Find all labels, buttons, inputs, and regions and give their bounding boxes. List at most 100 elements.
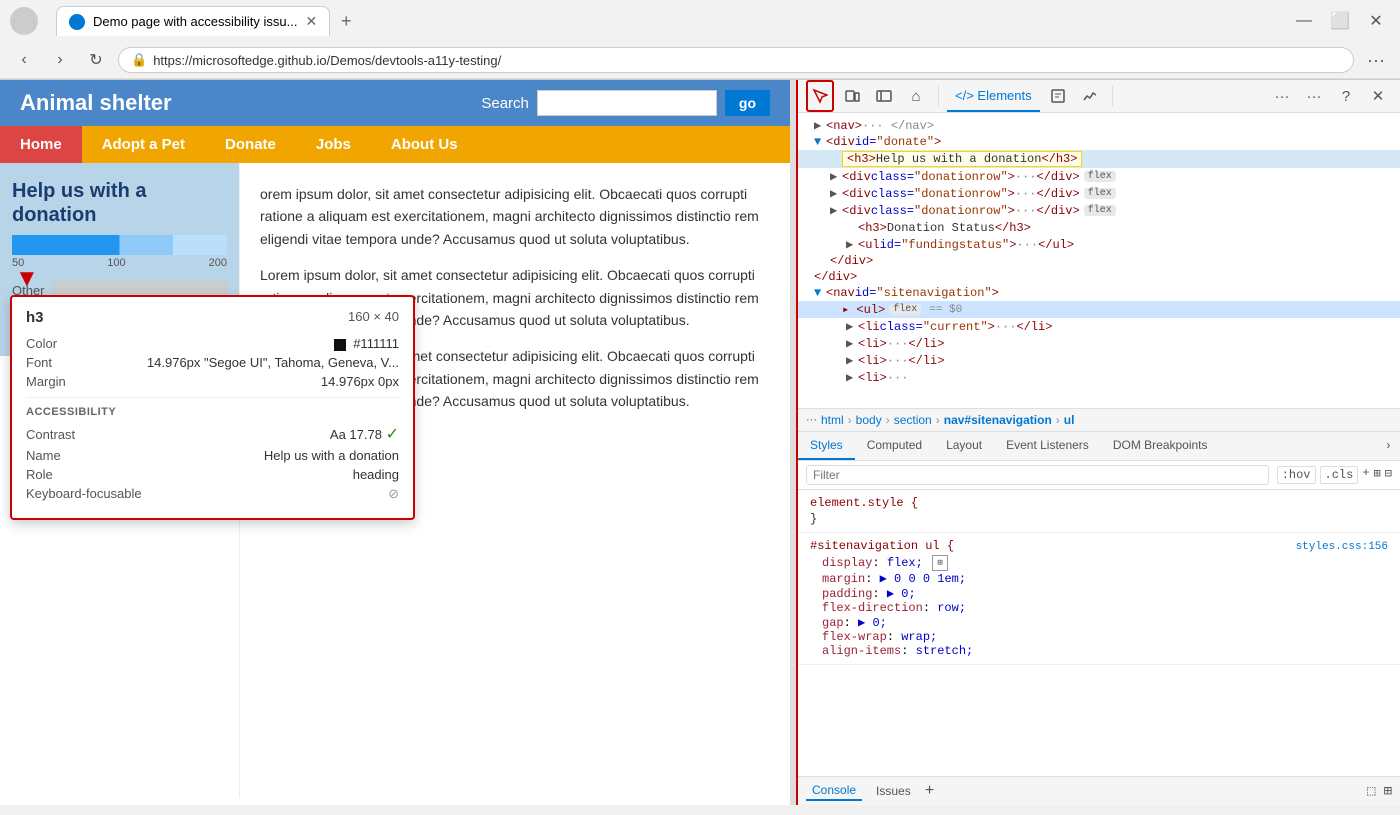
tab-layout[interactable]: Layout [934,432,994,460]
flex-layout-icon: ⊞ [932,555,948,571]
breadcrumb-section[interactable]: section [894,413,932,427]
dom-triangle-nav[interactable]: ▶ [814,118,826,133]
dom-triangle-li1[interactable]: ▶ [846,319,858,334]
more-tools-button[interactable]: ··· [1268,80,1296,112]
styles-icon-1[interactable]: ⊞ [1374,466,1381,484]
nav-jobs[interactable]: Jobs [296,126,371,163]
tab-dom-breakpoints[interactable]: DOM Breakpoints [1101,432,1220,460]
nav-home[interactable]: Home [0,126,82,163]
tooltip-margin-label: Margin [26,374,66,389]
new-tab-button[interactable]: + [332,7,360,35]
active-tab[interactable]: Demo page with accessibility issu... ✕ [56,6,330,36]
search-label: Search [481,95,529,112]
devtools-close-button[interactable]: ✕ [1364,80,1392,112]
refresh-button[interactable]: ↻ [82,46,110,74]
back-button[interactable]: ‹ [10,46,38,74]
lock-icon: 🔒 [131,52,147,68]
dom-line-close-donate[interactable]: </div> [798,269,1400,285]
dom-line-donationrow-2[interactable]: ▶ <div class="donationrow"> ···</div> fl… [798,185,1400,202]
browser-menu-button[interactable]: ··· [1362,46,1390,74]
dom-line-donationrow-3[interactable]: ▶ <div class="donationrow"> ···</div> fl… [798,202,1400,219]
breadcrumb-body[interactable]: body [856,413,882,427]
sources-button[interactable] [1044,80,1072,112]
tab-event-listeners[interactable]: Event Listeners [994,432,1101,460]
inspect-tool-button[interactable] [806,80,834,112]
breadcrumb-ul[interactable]: ul [1064,413,1075,427]
dom-triangle-sitenav[interactable]: ▼ [814,286,826,300]
breadcrumb-sitenavigation[interactable]: nav#sitenavigation [944,413,1052,427]
minimize-button[interactable]: — [1290,7,1318,35]
url-bar[interactable]: 🔒 https://microsoftedge.github.io/Demos/… [118,47,1354,73]
search-area: Search go [481,90,770,116]
home-button[interactable]: ⌂ [902,80,930,112]
hov-button[interactable]: :hov [1277,466,1316,484]
red-arrow-indicator: ▼ [15,265,39,293]
dom-line-li-4[interactable]: ▶ <li> ··· [798,369,1400,386]
css-rule-link[interactable]: styles.css:156 [1296,541,1388,553]
tooltip-keyboard-icon: ⊘ [388,486,399,502]
tab-bar: Demo page with accessibility issu... ✕ + [46,6,370,36]
help-button[interactable]: ? [1332,80,1360,112]
dom-triangle-li4[interactable]: ▶ [846,370,858,385]
add-panel-button[interactable]: + [925,782,935,800]
dom-triangle-li2[interactable]: ▶ [846,336,858,351]
dom-triangle-dr3[interactable]: ▶ [830,203,842,218]
dom-triangle-dr2[interactable]: ▶ [830,186,842,201]
nav-adopt[interactable]: Adopt a Pet [82,126,205,163]
add-style-button[interactable]: + [1362,466,1369,484]
tab-computed[interactable]: Computed [855,432,934,460]
dom-line-sitenav[interactable]: ▼ <nav id="sitenavigation"> [798,285,1400,301]
styles-more-button[interactable]: › [1385,439,1400,453]
breadcrumb-html[interactable]: html [821,413,844,427]
dom-triangle-donate[interactable]: ▼ [814,135,826,149]
dom-line-donationrow-1[interactable]: ▶ <div class="donationrow"> ···</div> fl… [798,168,1400,185]
tooltip-role-row: Role heading [26,467,399,482]
nav-donate[interactable]: Donate [205,126,296,163]
tooltip-accessibility-title: ACCESSIBILITY [26,406,399,418]
dom-line-close-div[interactable]: </div> [798,253,1400,269]
dom-line-nav[interactable]: ▶ <nav> ··· </nav> [798,117,1400,134]
tooltip-contrast-row: Contrast Aa 17.78 ✓ [26,424,399,444]
dom-tree[interactable]: ▶ <nav> ··· </nav> ▼ <div id="donate"> ▶… [798,113,1400,409]
dom-triangle-dr1[interactable]: ▶ [830,169,842,184]
forward-button[interactable]: › [46,46,74,74]
dom-triangle-funding[interactable]: ▶ [846,237,858,252]
go-button[interactable]: go [725,90,770,116]
dom-line-ul[interactable]: ▶ ▸ <ul> flex == $0 [798,301,1400,318]
elements-tab[interactable]: </> Elements [947,80,1040,112]
dom-h3-element[interactable]: <h3>Help us with a donation</h3> [842,151,1082,167]
tab-styles[interactable]: Styles [798,432,855,460]
css-flex-wrap-row: flex-wrap: wrap; [822,630,1388,644]
search-input[interactable] [537,90,717,116]
sidebar-toggle-button[interactable] [870,80,898,112]
issues-tab[interactable]: Issues [870,782,917,800]
dom-line-li-3[interactable]: ▶ <li> ···</li> [798,352,1400,369]
styles-filter-buttons: :hov .cls + ⊞ ⊟ [1277,466,1392,484]
site-nav: Home Adopt a Pet Donate Jobs About Us [0,126,790,163]
undock-button[interactable]: ⊞ [1384,783,1392,800]
tab-close-button[interactable]: ✕ [305,13,317,30]
dom-line-li-current[interactable]: ▶ <li class="current"> ···</li> [798,318,1400,335]
network-button[interactable] [1076,80,1104,112]
flex-badge: flex [1084,171,1116,182]
styles-icon-2[interactable]: ⊟ [1385,466,1392,484]
nav-about[interactable]: About Us [371,126,478,163]
dock-side-button[interactable]: ⬚ [1367,783,1375,800]
dom-line-donate[interactable]: ▼ <div id="donate"> [798,134,1400,150]
dom-line-li-2[interactable]: ▶ <li> ···</li> [798,335,1400,352]
styles-panel[interactable]: element.style { } #sitenavigation ul { s… [798,490,1400,777]
dom-line-fundingstatus[interactable]: ▶ <ul id="fundingstatus"> ···</ul> [798,236,1400,253]
dom-line-donation-status-h3[interactable]: ▶ <h3>Donation Status</h3> [798,219,1400,236]
css-rule-element-style: element.style { } [798,490,1400,533]
styles-filter-input[interactable] [806,465,1269,485]
css-display-row: display: flex; ⊞ [822,555,1388,571]
console-tab[interactable]: Console [806,781,862,801]
window-close-button[interactable]: ✕ [1362,7,1390,35]
tooltip-header: h3 160 × 40 [26,309,399,326]
maximize-button[interactable]: ⬜ [1326,7,1354,35]
dom-triangle-li3[interactable]: ▶ [846,353,858,368]
cls-button[interactable]: .cls [1320,466,1359,484]
device-mode-button[interactable] [838,80,866,112]
settings-button[interactable]: ··· [1300,80,1328,112]
dom-line-h3[interactable]: ▶ <h3>Help us with a donation</h3> [798,150,1400,168]
